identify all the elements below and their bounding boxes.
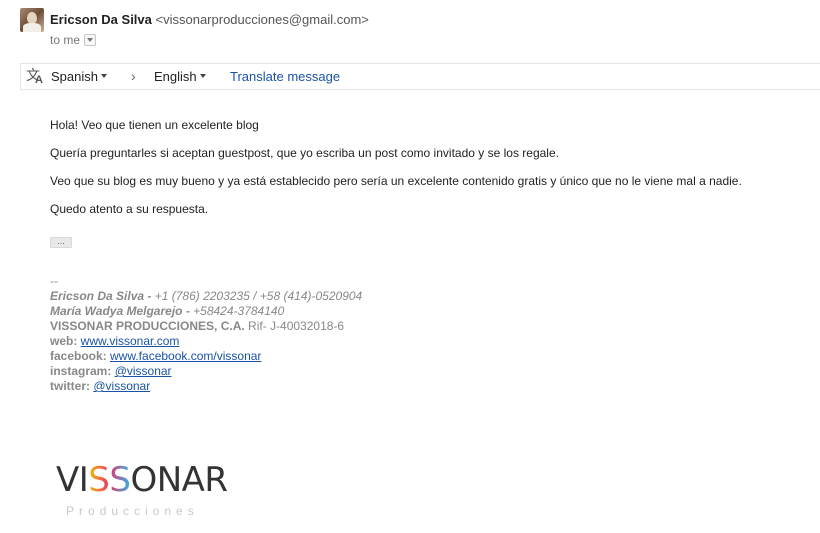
- sender-email: <vissonarproducciones@gmail.com>: [155, 12, 369, 27]
- translate-message-link[interactable]: Translate message: [230, 69, 340, 84]
- signature-company: VISSONAR PRODUCCIONES, C.A.: [50, 319, 245, 333]
- body-paragraph: Quedo atento a su respuesta.: [50, 202, 209, 216]
- logo-wordmark-ss: SS: [88, 460, 131, 500]
- translate-bar: 文A Spanish › English Translate message: [20, 63, 820, 90]
- sender-avatar[interactable]: [20, 8, 44, 32]
- logo-subtitle: Producciones: [66, 504, 199, 518]
- source-language-dropdown[interactable]: Spanish: [51, 69, 107, 84]
- vissonar-logo: VISSONAR Producciones: [56, 460, 256, 522]
- signature-block: -- Ericson Da Silva - +1 (786) 2203235 /…: [50, 274, 362, 394]
- chevron-right-icon: ›: [131, 68, 136, 84]
- web-label: web:: [50, 334, 81, 348]
- signature-instagram-line: instagram: @vissonar: [50, 364, 362, 379]
- logo-wordmark-right: ONAR: [130, 460, 228, 500]
- signature-name-1: Ericson Da Silva -: [50, 289, 155, 303]
- recipient-line: to me: [50, 33, 97, 47]
- target-language-dropdown[interactable]: English: [154, 69, 206, 84]
- signature-separator: --: [50, 274, 58, 288]
- show-details-caret-icon[interactable]: [84, 33, 97, 46]
- source-language-label: Spanish: [51, 69, 98, 84]
- instagram-link[interactable]: @vissonar: [115, 364, 172, 378]
- recipient-label: to me: [50, 33, 81, 47]
- body-paragraph: Veo que su blog es muy bueno y ya está e…: [50, 174, 742, 188]
- signature-company-line: VISSONAR PRODUCCIONES, C.A. Rif- J-40032…: [50, 319, 362, 334]
- facebook-link[interactable]: www.facebook.com/vissonar: [110, 349, 261, 363]
- logo-wordmark: VISSONAR: [56, 460, 228, 500]
- signature-web-line: web: www.vissonar.com: [50, 334, 362, 349]
- signature-facebook-line: facebook: www.facebook.com/vissonar: [50, 349, 362, 364]
- signature-rif: Rif- J-40032018-6: [244, 319, 345, 333]
- signature-line-1: Ericson Da Silva - +1 (786) 2203235 / +5…: [50, 289, 362, 304]
- message-header: Ericson Da Silva <vissonarproducciones@g…: [0, 0, 820, 60]
- signature-name-2: María Wadya Melgarejo -: [50, 304, 194, 318]
- target-language-label: English: [154, 69, 197, 84]
- sender-line: Ericson Da Silva <vissonarproducciones@g…: [50, 12, 369, 27]
- caret-down-icon: [100, 73, 107, 78]
- translate-icon: 文A: [26, 67, 43, 86]
- sender-name[interactable]: Ericson Da Silva: [50, 12, 152, 27]
- twitter-link[interactable]: @vissonar: [93, 379, 150, 393]
- signature-phone-1: +1 (786) 2203235 / +58 (414)-0520904: [154, 289, 363, 303]
- web-link[interactable]: www.vissonar.com: [81, 334, 180, 348]
- avatar-shirt: [23, 23, 41, 32]
- caret-down-icon: [199, 73, 206, 78]
- twitter-label: twitter:: [50, 379, 94, 393]
- logo-wordmark-left: VI: [56, 460, 89, 500]
- signature-twitter-line: twitter: @vissonar: [50, 379, 362, 394]
- body-paragraph: Hola! Veo que tienen un excelente blog: [50, 118, 259, 132]
- instagram-label: instagram:: [50, 364, 115, 378]
- signature-phone-2: +58424-3784140: [193, 304, 285, 318]
- signature-line-2: María Wadya Melgarejo - +58424-3784140: [50, 304, 362, 319]
- facebook-label: facebook:: [50, 349, 111, 363]
- show-trimmed-content-button[interactable]: ...: [50, 237, 72, 248]
- message-body: Hola! Veo que tienen un excelente blog Q…: [50, 118, 742, 230]
- body-paragraph: Quería preguntarles si aceptan guestpost…: [50, 146, 559, 160]
